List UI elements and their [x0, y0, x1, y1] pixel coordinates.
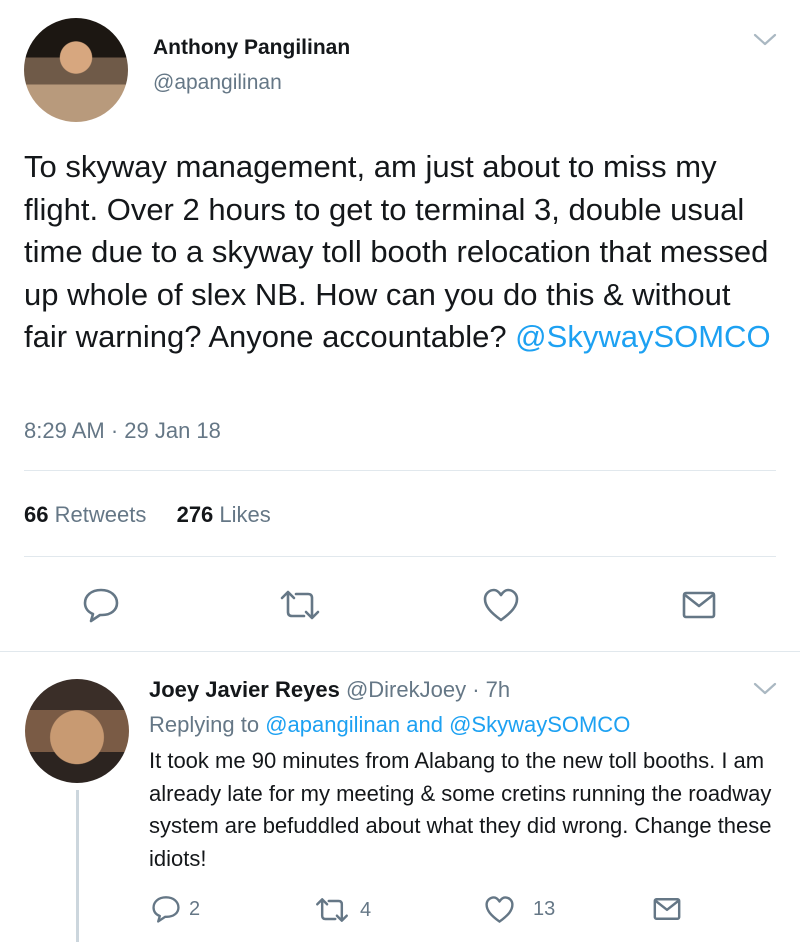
divider	[24, 556, 776, 557]
thread-line	[76, 790, 79, 942]
like-count: 13	[533, 898, 556, 920]
retweets-label: Retweets	[54, 502, 147, 527]
reply-text: It took me 90 minutes from Alabang to th…	[149, 748, 772, 871]
reply-author-avatar[interactable]	[25, 679, 129, 783]
divider	[24, 470, 776, 471]
tweet-timestamp[interactable]: 8:29 AM · 29 Jan 18	[24, 418, 221, 444]
like-icon	[485, 896, 514, 923]
retweet-icon	[316, 898, 348, 922]
divider	[0, 651, 800, 652]
likes-stat[interactable]: 276 Likes	[177, 502, 271, 527]
reply-like-button[interactable]: 13	[484, 895, 555, 924]
chevron-down-icon[interactable]	[752, 680, 778, 698]
retweet-count: 4	[360, 898, 372, 921]
reply-author-name[interactable]: Joey Javier Reyes	[149, 677, 340, 702]
replying-label: Replying to	[149, 712, 260, 737]
mention-link[interactable]: @SkywaySOMCO	[515, 319, 770, 354]
likes-label: Likes	[219, 502, 271, 527]
reply-icon	[152, 896, 180, 923]
author-handle[interactable]: @apangilinan	[153, 71, 282, 95]
reply-author-handle[interactable]: @DirekJoey	[346, 677, 466, 702]
retweet-icon	[280, 590, 320, 620]
replying-mention[interactable]: @apangilinan	[265, 712, 400, 737]
reply-button[interactable]	[82, 587, 120, 623]
author-name[interactable]: Anthony Pangilinan	[153, 36, 350, 60]
share-button[interactable]	[681, 589, 717, 621]
author-avatar[interactable]	[24, 18, 128, 122]
replying-and: and	[406, 712, 443, 737]
chevron-down-icon[interactable]	[752, 31, 778, 49]
reply-time[interactable]: · 7h	[472, 677, 510, 702]
engagement-stats: 66 Retweets 276 Likes	[24, 502, 271, 528]
reply-retweet-button[interactable]: 4	[314, 896, 371, 924]
like-button[interactable]	[482, 587, 520, 623]
reply-count: 2	[189, 897, 201, 920]
tweet-text: To skyway management, am just about to m…	[24, 146, 779, 359]
reply-share-button[interactable]	[652, 896, 682, 922]
likes-count: 276	[176, 502, 214, 527]
replying-to: Replying to @apangilinan and @SkywaySOMC…	[149, 712, 630, 738]
reply-header: Joey Javier Reyes @DirekJoey · 7h	[149, 677, 510, 703]
share-icon	[653, 898, 681, 920]
retweets-count: 66	[24, 502, 49, 527]
reply-reply-button[interactable]: 2	[151, 895, 200, 923]
share-icon	[682, 591, 716, 619]
reply-icon	[83, 588, 119, 623]
retweets-stat[interactable]: 66 Retweets	[24, 502, 146, 527]
retweet-button[interactable]	[278, 588, 322, 622]
replying-mention[interactable]: @SkywaySOMCO	[449, 712, 630, 737]
like-icon	[483, 588, 519, 622]
